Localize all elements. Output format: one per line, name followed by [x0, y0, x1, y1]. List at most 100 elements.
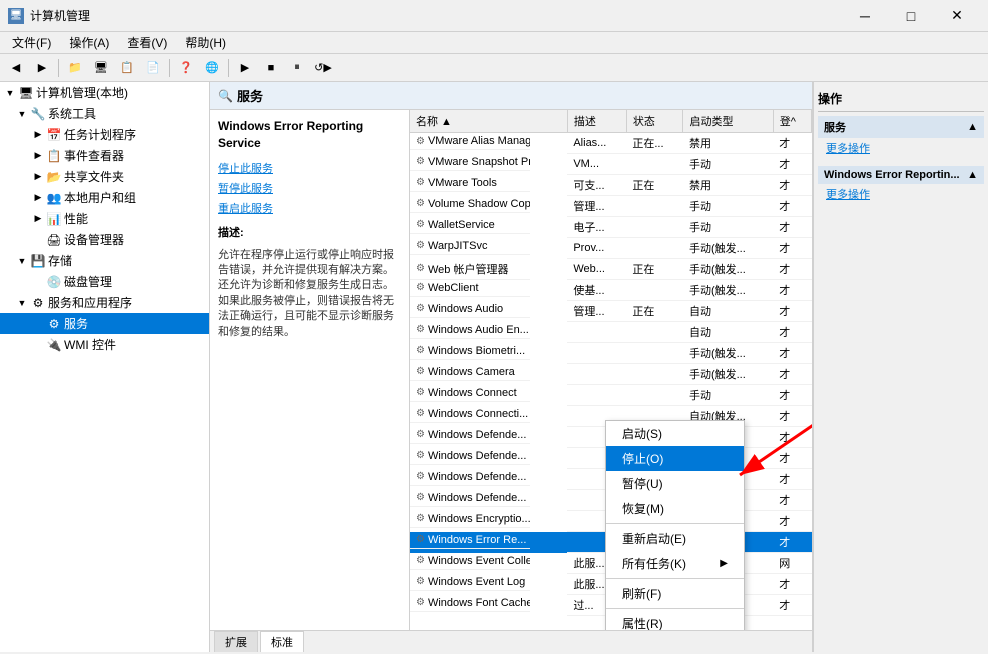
table-row[interactable]: ⚙ VMware Alias Manager a... Alias... 正在.… — [410, 133, 812, 154]
table-row[interactable]: ⚙ Windows Biometri... 手动(触发... 才 — [410, 343, 812, 364]
ctx-restart[interactable]: 重新启动(E) — [606, 526, 744, 551]
svc-desc: 可支... — [567, 175, 626, 196]
ctx-resume[interactable]: 恢复(M) — [606, 496, 744, 521]
svc-desc: Prov... — [567, 238, 626, 259]
table-row[interactable]: ⚙ Windows Audio En... 自动 才 — [410, 322, 812, 343]
tb-help[interactable]: ❓ — [174, 57, 198, 79]
tb-restart[interactable]: ↺▶ — [311, 57, 335, 79]
right-panel-section-wer: Windows Error Reportin... ▲ 更多操作 — [818, 166, 984, 204]
svc-name: ⚙ WalletService — [410, 217, 530, 234]
expand-arrow2[interactable]: ▼ — [16, 109, 28, 119]
sidebar-item-system-tools[interactable]: ▼ 🔧 系统工具 — [0, 103, 209, 124]
right-panel-more-actions-2[interactable]: 更多操作 — [818, 184, 984, 204]
col-startup[interactable]: 启动类型 — [683, 110, 773, 133]
col-user[interactable]: 登^ — [773, 110, 811, 133]
ctx-all-tasks[interactable]: 所有任务(K) ▶ — [606, 551, 744, 576]
storage-icon: 💾 — [30, 253, 46, 269]
tb-stop[interactable]: ■ — [259, 57, 283, 79]
table-row[interactable]: ⚙ Windows Connect 手动 才 — [410, 385, 812, 406]
menu-file[interactable]: 文件(F) — [4, 32, 59, 53]
tb-new[interactable]: 📋 — [115, 57, 139, 79]
sidebar-item-computer-mgmt[interactable]: ▼ 🖥 计算机管理(本地) — [0, 82, 209, 103]
table-row[interactable]: ⚙ Volume Shadow Copy 管理... 手动 才 — [410, 196, 812, 217]
disk-icon: 💿 — [46, 274, 62, 290]
menu-action[interactable]: 操作(A) — [61, 32, 117, 53]
sidebar-item-performance[interactable]: ▶ 📊 性能 — [0, 208, 209, 229]
table-row[interactable]: ⚙ Windows Camera 手动(触发... 才 — [410, 364, 812, 385]
svc-desc: 管理... — [567, 196, 626, 217]
svc-name: ⚙ Windows Defende... — [410, 448, 530, 465]
col-status[interactable]: 状态 — [626, 110, 683, 133]
close-button[interactable]: ✕ — [934, 0, 980, 32]
tb-sep1 — [58, 59, 59, 77]
svc-user: 才 — [773, 259, 811, 280]
tb-props[interactable]: 📄 — [141, 57, 165, 79]
tb-forward[interactable]: ▶ — [30, 57, 54, 79]
ctx-sep2 — [606, 578, 744, 579]
table-row[interactable]: ⚙ Web 帐户管理器 Web... 正在 手动(触发... 才 — [410, 259, 812, 280]
window-controls: ─ □ ✕ — [842, 0, 980, 32]
minimize-button[interactable]: ─ — [842, 0, 888, 32]
expand-arrow[interactable]: ▼ — [4, 88, 16, 98]
svc-status: 正在 — [626, 175, 683, 196]
sidebar-item-event-viewer[interactable]: ▶ 📋 事件查看器 — [0, 145, 209, 166]
sidebar-item-task-scheduler[interactable]: ▶ 📅 任务计划程序 — [0, 124, 209, 145]
maximize-button[interactable]: □ — [888, 0, 934, 32]
table-row[interactable]: ⚙ VMware Tools 可支... 正在 禁用 才 — [410, 175, 812, 196]
table-row[interactable]: ⚙ WebClient 使基... 手动(触发... 才 — [410, 280, 812, 301]
ctx-refresh[interactable]: 刷新(F) — [606, 581, 744, 606]
table-row[interactable]: ⚙ WarpJITSvc Prov... 手动(触发... 才 — [410, 238, 812, 259]
collapse-arrow2: ▲ — [967, 169, 978, 181]
svc-user: 才 — [773, 196, 811, 217]
sidebar-item-services-apps[interactable]: ▼ ⚙ 服务和应用程序 — [0, 292, 209, 313]
svc-startup: 手动 — [683, 196, 773, 217]
svc-status — [626, 217, 683, 238]
ctx-start[interactable]: 启动(S) — [606, 421, 744, 446]
svc-status — [626, 385, 683, 406]
title-bar: 🖥 计算机管理 ─ □ ✕ — [0, 0, 988, 32]
computer-icon: 🖥 — [18, 85, 34, 101]
services-apps-icon: ⚙ — [30, 295, 46, 311]
right-panel-wer-title[interactable]: Windows Error Reportin... ▲ — [818, 166, 984, 184]
context-menu: 启动(S) 停止(O) 暂停(U) 恢复(M) 重新启动(E) 所有任务(K) … — [605, 420, 745, 630]
menu-help[interactable]: 帮助(H) — [177, 32, 234, 53]
sidebar-item-wmi[interactable]: 🔌 WMI 控件 — [0, 334, 209, 355]
tb-show-hide[interactable]: 🖥 — [89, 57, 113, 79]
desc-label: 描述: — [218, 224, 401, 240]
sidebar-item-local-users[interactable]: ▶ 👥 本地用户和组 — [0, 187, 209, 208]
menu-view[interactable]: 查看(V) — [119, 32, 175, 53]
ctx-pause[interactable]: 暂停(U) — [606, 471, 744, 496]
wmi-icon: 🔌 — [46, 337, 62, 353]
tb-web[interactable]: 🌐 — [200, 57, 224, 79]
ctx-stop[interactable]: 停止(O) — [606, 446, 744, 471]
table-row[interactable]: ⚙ Windows Audio 管理... 正在 自动 才 — [410, 301, 812, 322]
tb-up[interactable]: 📁 — [63, 57, 87, 79]
col-name[interactable]: 名称 ▲ — [410, 110, 567, 133]
sidebar-item-disk-mgmt[interactable]: 💿 磁盘管理 — [0, 271, 209, 292]
tb-pause2[interactable]: ⏸ — [285, 57, 309, 79]
svc-name: ⚙ Windows Biometri... — [410, 343, 530, 360]
right-panel-more-actions-1[interactable]: 更多操作 — [818, 138, 984, 158]
restart-service-link[interactable]: 重启此服务 — [218, 200, 401, 216]
sidebar-item-services[interactable]: ⚙ 服务 — [0, 313, 209, 334]
tab-standard[interactable]: 标准 — [260, 631, 304, 652]
right-panel-services-title[interactable]: 服务 ▲ — [818, 116, 984, 138]
svc-user: 才 — [773, 427, 811, 448]
tb-play[interactable]: ▶ — [233, 57, 257, 79]
ctx-sep1 — [606, 523, 744, 524]
svc-name: ⚙ Windows Event Log — [410, 574, 530, 591]
pause-service-link[interactable]: 暂停此服务 — [218, 180, 401, 196]
svc-user: 才 — [773, 133, 811, 154]
table-row[interactable]: ⚙ WalletService 电子... 手动 才 — [410, 217, 812, 238]
sidebar-item-device-mgr[interactable]: 🖨 设备管理器 — [0, 229, 209, 250]
tb-sep3 — [228, 59, 229, 77]
col-desc[interactable]: 描述 — [567, 110, 626, 133]
tab-expand[interactable]: 扩展 — [214, 631, 258, 652]
ctx-properties[interactable]: 属性(R) — [606, 611, 744, 630]
sidebar-item-storage[interactable]: ▼ 💾 存储 — [0, 250, 209, 271]
table-row[interactable]: ⚙ VMware Snapshot Provid... VM... 手动 才 — [410, 154, 812, 175]
tb-back[interactable]: ◀ — [4, 57, 28, 79]
sidebar-item-shared-folders[interactable]: ▶ 📂 共享文件夹 — [0, 166, 209, 187]
menu-bar: 文件(F) 操作(A) 查看(V) 帮助(H) — [0, 32, 988, 54]
stop-service-link[interactable]: 停止此服务 — [218, 160, 401, 176]
